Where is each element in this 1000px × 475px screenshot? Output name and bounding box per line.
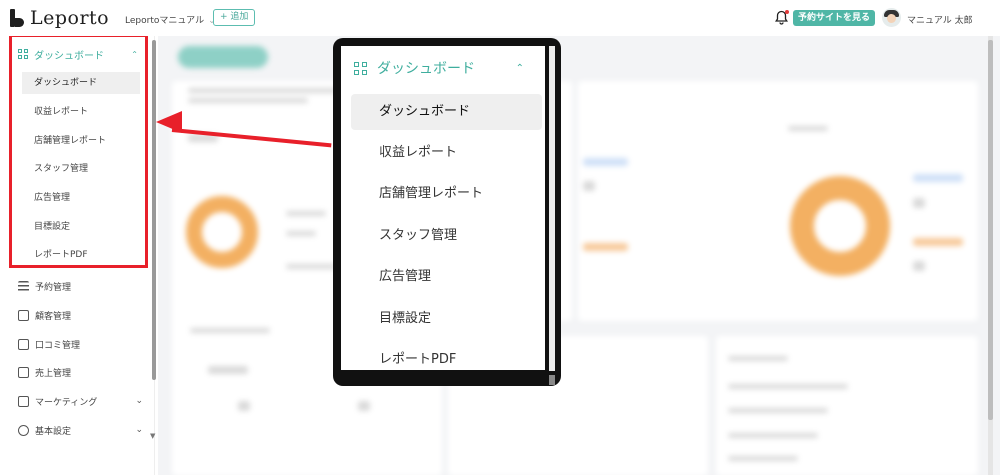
- blurred-pill: [178, 46, 268, 68]
- review-icon: [18, 338, 29, 350]
- blurred-donut: [186, 196, 258, 268]
- sales-icon: [18, 366, 29, 378]
- chevron-down-icon: ⌄: [135, 425, 143, 435]
- highlight-box: [9, 34, 148, 268]
- zoomed-scrollbar-thumb: [549, 375, 555, 385]
- sidebar-item-label: 基本設定: [35, 426, 72, 437]
- sidebar-item-sales[interactable]: 売上管理: [18, 362, 143, 382]
- customer-icon: [18, 309, 29, 321]
- chevron-down-icon: ⌄: [135, 396, 143, 406]
- sidebar-scrollbar[interactable]: [152, 40, 156, 380]
- store-selector[interactable]: Leportoマニュアル ⌄: [125, 13, 216, 26]
- zoomed-item-ads[interactable]: 広告管理: [351, 259, 542, 295]
- zoomed-item-report-pdf[interactable]: レポートPDF: [351, 342, 542, 370]
- zoomed-item-revenue-report[interactable]: 収益レポート: [351, 135, 542, 171]
- notification-dot: [785, 10, 789, 14]
- zoomed-item-staff[interactable]: スタッフ管理: [351, 218, 542, 254]
- scroll-down-arrow-icon[interactable]: ▼: [150, 432, 155, 440]
- sidebar-item-settings[interactable]: 基本設定 ⌄: [18, 420, 143, 440]
- notification-bell-icon[interactable]: [775, 10, 789, 25]
- blurred-dashboard-content: [158, 36, 1000, 475]
- zoomed-item-goals[interactable]: 目標設定: [351, 301, 542, 337]
- sidebar-item-label: 予約管理: [35, 282, 72, 293]
- zoomed-menu: ダッシュボード ⌃ ダッシュボード 収益レポート 店舗管理レポート スタッフ管理…: [341, 46, 545, 370]
- sidebar-item-label: 売上管理: [35, 368, 72, 379]
- zoomed-group-dashboard[interactable]: ダッシュボード ⌃: [354, 59, 534, 77]
- sidebar-item-label: マーケティング: [35, 397, 98, 408]
- main-scrollbar-thumb[interactable]: [988, 40, 993, 420]
- view-reservation-site-button[interactable]: 予約サイトを見る: [793, 10, 876, 26]
- marketing-icon: [18, 395, 29, 407]
- app-header: Leporto Leportoマニュアル ⌄ + 追加 予約サイトを見る マニュア…: [0, 0, 1000, 36]
- zoomed-item-store-report[interactable]: 店舗管理レポート: [351, 176, 542, 212]
- dashboard-icon: [354, 61, 367, 75]
- leporto-logo[interactable]: Leporto: [10, 7, 109, 29]
- store-name: Leportoマニュアル: [125, 16, 205, 26]
- sidebar-item-marketing[interactable]: マーケティング ⌄: [18, 391, 143, 411]
- logo-text: Leporto: [30, 7, 110, 29]
- add-store-button[interactable]: + 追加: [213, 9, 256, 26]
- dashboard-main: [158, 36, 1000, 475]
- sidebar-item-label: 口コミ管理: [35, 340, 81, 351]
- sidebar-item-label: 顧客管理: [35, 311, 72, 322]
- sidebar-item-reservations[interactable]: 予約管理: [18, 276, 143, 296]
- blurred-donut: [790, 176, 890, 276]
- zoomed-scrollbar: [549, 46, 555, 371]
- zoomed-item-dashboard[interactable]: ダッシュボード: [351, 94, 542, 130]
- callout-arrow-head: [156, 111, 182, 133]
- gear-icon: [18, 424, 29, 436]
- sidebar-item-reviews[interactable]: 口コミ管理: [18, 334, 143, 354]
- chevron-up-icon: ⌃: [515, 62, 524, 74]
- sidebar-item-customers[interactable]: 顧客管理: [18, 305, 143, 325]
- zoomed-group-label: ダッシュボード: [377, 61, 475, 77]
- logo-icon: [10, 9, 24, 27]
- list-icon: [18, 280, 29, 292]
- user-avatar[interactable]: [882, 8, 901, 27]
- user-name[interactable]: マニュアル 太郎: [907, 13, 973, 26]
